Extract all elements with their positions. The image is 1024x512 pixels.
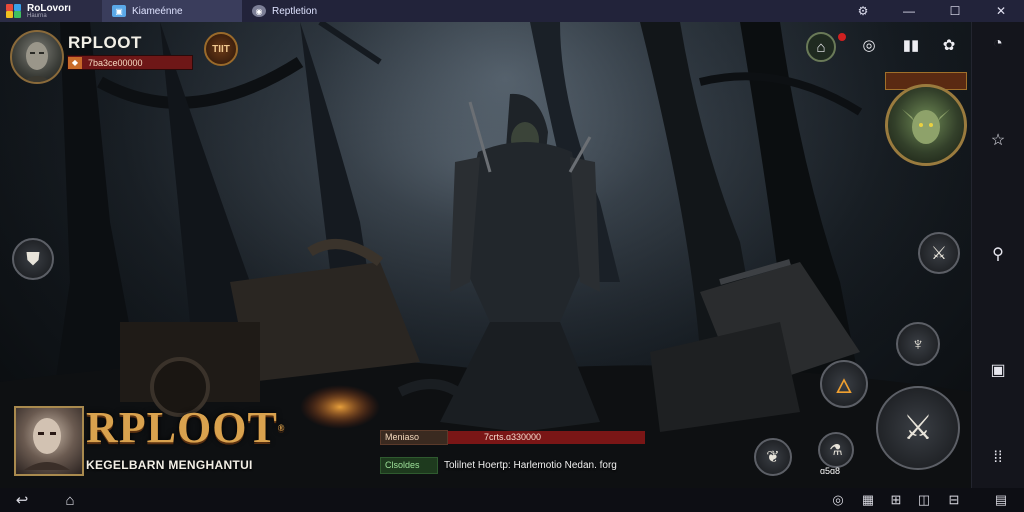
currency-icon: ◆	[68, 56, 82, 69]
screen-record-icon[interactable]: ⊟	[940, 490, 968, 510]
potion-skill-icon[interactable]: ⚗	[818, 432, 854, 468]
tab-app[interactable]: ▣ Kiameénne	[102, 0, 242, 22]
lamp-skill-icon[interactable]: ♆	[896, 322, 940, 366]
notification-dot	[838, 33, 846, 41]
currency-bar: ◆ 7ba3ce00000	[67, 55, 193, 70]
game-title-text: RPLOOT	[86, 403, 278, 452]
player-avatar[interactable]	[10, 30, 64, 84]
tab-app-label: Kiameénne	[132, 5, 183, 17]
history-icon[interactable]: ◔	[986, 32, 1010, 56]
emulator-logo-icon	[6, 4, 22, 18]
chat-message: Tolilnet Hoertp: Harlemotio Nedan. forg	[444, 460, 617, 471]
back-icon[interactable]: ↩	[10, 490, 34, 510]
level-badge[interactable]: TIIT	[204, 32, 238, 66]
settings-button[interactable]: ⚙	[840, 0, 886, 22]
screenshot-icon[interactable]: ▣	[986, 358, 1010, 382]
game-tagline: KEGELBARN MENGHANTUI	[86, 458, 253, 472]
guild-icon[interactable]: ⌂	[806, 32, 836, 62]
multi-instance-icon[interactable]: ◫	[914, 490, 934, 510]
close-button[interactable]: ✕	[978, 0, 1024, 22]
search-icon[interactable]: ⚲	[986, 242, 1010, 266]
hero-portrait[interactable]	[885, 84, 967, 166]
game-scene[interactable]: RPLOOT ◆ 7ba3ce00000 TIIT ⌂ ◎ ▮▮ ✿ ⛊ ⚔ ♆…	[0, 22, 972, 488]
attack-icon[interactable]: ⚔	[876, 386, 960, 470]
cover-face	[24, 418, 70, 470]
emulator-sidebar: ◔ ☆ ⚲ ▣ ⁞⁞	[971, 22, 1024, 488]
keyboard-icon[interactable]: ▦	[858, 490, 878, 510]
tab-game-label: Reptletion	[272, 5, 318, 17]
registered-mark: ®	[277, 423, 286, 433]
minimize-button[interactable]: —	[886, 0, 932, 22]
tab-game[interactable]: ◉ Reptletion	[242, 0, 402, 22]
currency-value: 7ba3ce00000	[88, 57, 143, 68]
chat-channel-label: Clsoldes	[380, 457, 438, 474]
player-face	[22, 42, 52, 82]
home-icon[interactable]: ⌂	[58, 490, 82, 510]
bag-icon[interactable]: ▮▮	[900, 34, 922, 56]
game-title: RPLOOT®	[86, 404, 286, 452]
app-icon: ▣	[112, 5, 126, 17]
info-label: Meniaso	[380, 430, 448, 445]
player-name: RPLOOT	[68, 33, 142, 52]
chat-bar[interactable]: Clsoldes Tolilnet Hoertp: Harlemotio Ned…	[380, 457, 648, 474]
info-bar: Meniaso 7crts.ɑ330000	[380, 430, 645, 445]
hero-face	[902, 109, 950, 144]
star-icon[interactable]: ☆	[986, 128, 1010, 152]
game-icon: ◉	[252, 5, 266, 17]
feather-skill-icon[interactable]: ❦	[754, 438, 792, 476]
settings-icon[interactable]: ✿	[938, 34, 960, 56]
fire-skill-icon[interactable]: 🜂	[820, 360, 868, 408]
brand-name: RoLovorı	[27, 2, 71, 14]
emulator-brand: RoLovorı Haurna	[0, 0, 102, 22]
chat-icon[interactable]: ▤	[990, 490, 1012, 510]
emulator-title-bar: RoLovorı Haurna ▣ Kiameénne ◉ Reptletion…	[0, 0, 1024, 22]
gamepad-icon[interactable]: ◎	[828, 490, 848, 510]
potion-skill-label: ɑ5ɑ8	[820, 466, 841, 476]
more-icon[interactable]: ⁞⁞	[986, 446, 1010, 470]
location-icon[interactable]: ⊞	[886, 490, 906, 510]
info-value: 7crts.ɑ330000	[448, 431, 645, 444]
sword-skill-icon[interactable]: ⚔	[918, 232, 960, 274]
game-cover-portrait	[14, 406, 84, 476]
maximize-button[interactable]: ☐	[932, 0, 978, 22]
camera-icon[interactable]: ◎	[858, 34, 880, 56]
emulator-nav-bar: ↩ ⌂ ◎ ▦ ⊞ ◫ ⊟ ▤	[0, 488, 1024, 512]
shield-icon[interactable]: ⛊	[12, 238, 54, 280]
